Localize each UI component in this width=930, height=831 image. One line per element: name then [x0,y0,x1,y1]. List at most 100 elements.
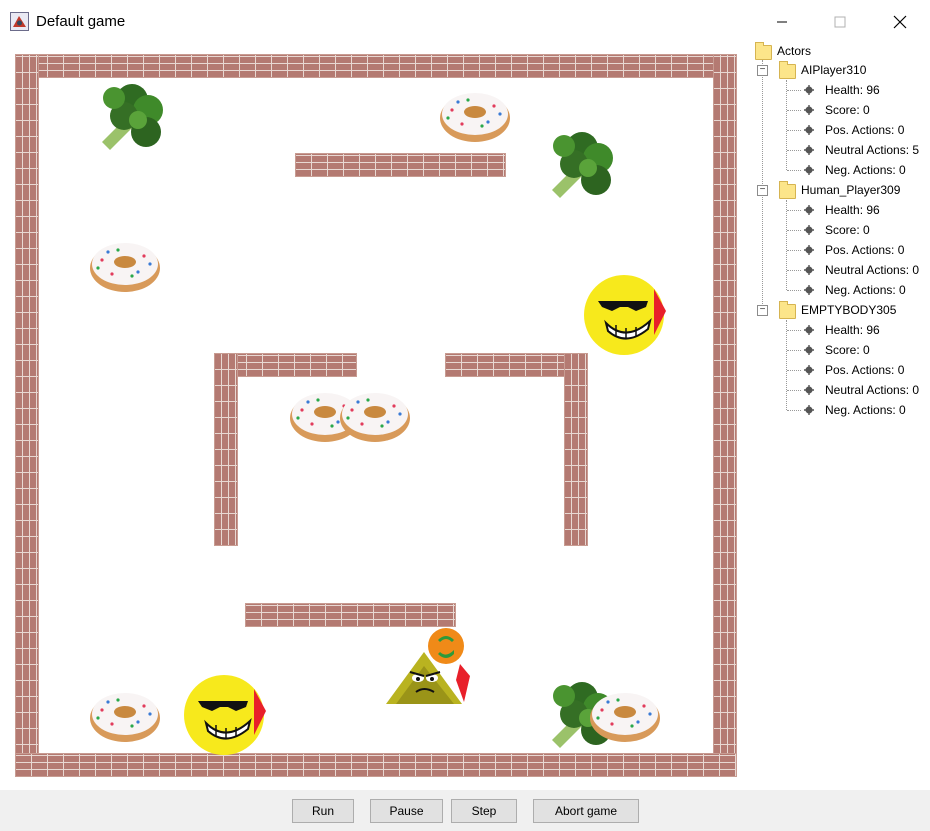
stat-node[interactable]: Neutral Actions: 0 [750,380,930,400]
brick-wall [15,54,737,78]
tree-guide-line [787,150,801,151]
stat-node[interactable]: Health: 96 [750,320,930,340]
step-button[interactable]: Step [451,799,517,823]
sunglasses-smiley-icon [184,675,266,755]
tree-guide-line [787,250,801,251]
tree-guide-line [787,170,801,171]
donut-icon [90,243,160,292]
stat-node[interactable]: Neg. Actions: 0 [750,400,930,420]
tree-guide-line [787,210,801,211]
stat-node[interactable]: Pos. Actions: 0 [750,240,930,260]
stat-label: Health: 96 [825,83,880,97]
pause-button[interactable]: Pause [370,799,443,823]
title-bar: Default game [0,0,930,44]
actors-tree[interactable]: Actors − AIPlayer310 Health: 96 Score: 0 Pos… [750,40,930,420]
stat-node[interactable]: Neutral Actions: 5 [750,140,930,160]
leaf-node-icon [804,325,814,335]
abort-game-button[interactable]: Abort game [533,799,639,823]
brick-wall [295,153,506,177]
stat-node[interactable]: Pos. Actions: 0 [750,360,930,380]
actor-node[interactable]: − AIPlayer310 [750,60,930,80]
brick-wall [713,54,737,777]
donut-icon [440,93,510,142]
angry-goblin-icon [386,628,470,704]
tree-guide-line [787,410,801,411]
folder-icon [779,61,796,79]
stat-node[interactable]: Neg. Actions: 0 [750,160,930,180]
close-button[interactable] [878,8,922,36]
leaf-node-icon [804,105,814,115]
actor-name: Human_Player309 [801,183,901,197]
leaf-node-icon [804,165,814,175]
window-title: Default game [36,13,126,30]
leaf-node-icon [804,345,814,355]
tree-guide-line [787,230,801,231]
brick-wall [214,353,238,546]
stat-label: Pos. Actions: 0 [825,123,905,137]
stat-label: Score: 0 [825,343,870,357]
broccoli-icon [102,84,163,150]
collapse-toggle-icon[interactable]: − [757,185,768,196]
leaf-node-icon [804,385,814,395]
stat-label: Neutral Actions: 0 [825,263,920,277]
brick-wall [15,753,737,777]
folder-icon [779,301,796,319]
leaf-node-icon [804,245,814,255]
control-bar: Run Pause Step Abort game [0,790,930,831]
stat-label: Score: 0 [825,223,870,237]
donut-icon [340,393,410,442]
leaf-node-icon [804,265,814,275]
minimize-icon [777,21,787,23]
collapse-toggle-icon[interactable]: − [757,305,768,316]
stat-node[interactable]: Neg. Actions: 0 [750,280,930,300]
sunglasses-smiley-icon [584,275,666,355]
stat-label: Health: 96 [825,323,880,337]
actor-name: EMPTYBODY305 [801,303,897,317]
tree-guide-line [787,290,801,291]
leaf-node-icon [804,225,814,235]
tree-root-label: Actors [777,44,812,58]
actor-node[interactable]: − Human_Player309 [750,180,930,200]
tree-guide-line [787,390,801,391]
leaf-node-icon [804,145,814,155]
actor-name: AIPlayer310 [801,63,867,77]
stat-label: Neg. Actions: 0 [825,163,906,177]
tree-guide-line [787,130,801,131]
stat-label: Health: 96 [825,203,880,217]
stat-label: Neutral Actions: 5 [825,143,920,157]
folder-icon [755,42,772,60]
stat-node[interactable]: Score: 0 [750,100,930,120]
stat-label: Score: 0 [825,103,870,117]
leaf-node-icon [804,285,814,295]
stat-node[interactable]: Health: 96 [750,80,930,100]
leaf-node-icon [804,85,814,95]
stat-label: Neutral Actions: 0 [825,383,920,397]
stat-label: Neg. Actions: 0 [825,283,906,297]
game-board[interactable] [0,44,750,790]
stat-node[interactable]: Score: 0 [750,220,930,240]
close-icon [893,15,907,29]
donut-icon [90,693,160,742]
leaf-node-icon [804,205,814,215]
collapse-toggle-icon[interactable]: − [757,65,768,76]
stat-node[interactable]: Neutral Actions: 0 [750,260,930,280]
leaf-node-icon [804,125,814,135]
tree-guide-line [787,350,801,351]
broccoli-icon [552,132,613,198]
maximize-icon [834,16,846,28]
maximize-button[interactable] [818,8,862,36]
actor-node[interactable]: − EMPTYBODY305 [750,300,930,320]
tree-guide-line [787,330,801,331]
tree-guide-line [787,110,801,111]
run-button[interactable]: Run [292,799,354,823]
minimize-button[interactable] [760,8,804,36]
stat-label: Neg. Actions: 0 [825,403,906,417]
stat-node[interactable]: Score: 0 [750,340,930,360]
stat-label: Pos. Actions: 0 [825,363,905,377]
stat-node[interactable]: Health: 96 [750,200,930,220]
brick-wall [564,353,588,546]
tree-guide-line [787,270,801,271]
stat-node[interactable]: Pos. Actions: 0 [750,120,930,140]
leaf-node-icon [804,405,814,415]
stat-label: Pos. Actions: 0 [825,243,905,257]
